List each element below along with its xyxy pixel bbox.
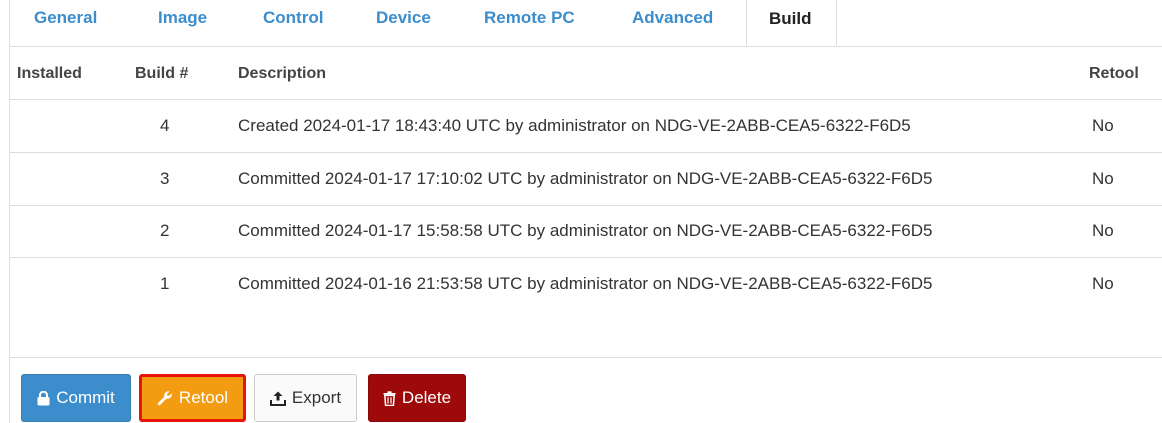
upload-icon xyxy=(269,391,286,406)
tab-bar: General Image Control Device Remote PC A… xyxy=(10,0,1162,47)
column-header-installed[interactable]: Installed xyxy=(17,47,82,100)
retool-label: Retool xyxy=(178,388,229,407)
retool-cell: No xyxy=(1092,116,1114,135)
retool-cell: No xyxy=(1092,221,1114,240)
build-number-cell: 3 xyxy=(160,169,170,188)
builds-table-header: Installed Build # Description Retool xyxy=(10,47,1162,100)
tab-advanced[interactable]: Advanced xyxy=(632,0,713,38)
tab-device[interactable]: Device xyxy=(376,0,431,38)
delete-label: Delete xyxy=(401,388,452,407)
retool-cell: No xyxy=(1092,274,1114,293)
column-header-build-number[interactable]: Build # xyxy=(135,47,188,100)
description-cell: Created 2024-01-17 18:43:40 UTC by admin… xyxy=(238,116,911,135)
export-button[interactable]: Export xyxy=(254,374,357,422)
wrench-icon xyxy=(157,390,173,406)
build-number-cell: 1 xyxy=(160,274,170,293)
table-row[interactable]: 4 Created 2024-01-17 18:43:40 UTC by adm… xyxy=(10,100,1162,153)
column-header-retool[interactable]: Retool xyxy=(1089,47,1139,100)
description-cell: Committed 2024-01-17 17:10:02 UTC by adm… xyxy=(238,169,933,188)
description-cell: Committed 2024-01-16 21:53:58 UTC by adm… xyxy=(238,274,933,293)
tab-remote-pc[interactable]: Remote PC xyxy=(484,0,575,38)
retool-button[interactable]: Retool xyxy=(139,374,246,422)
retool-cell: No xyxy=(1092,169,1114,188)
tab-control[interactable]: Control xyxy=(263,0,323,38)
trash-icon xyxy=(383,390,396,406)
description-cell: Committed 2024-01-17 15:58:58 UTC by adm… xyxy=(238,221,933,240)
table-row[interactable]: 2 Committed 2024-01-17 15:58:58 UTC by a… xyxy=(10,205,1162,258)
lock-icon xyxy=(37,390,50,406)
export-label: Export xyxy=(291,388,342,407)
tab-image[interactable]: Image xyxy=(158,0,207,38)
commit-label: Commit xyxy=(56,388,115,407)
tab-general[interactable]: General xyxy=(34,0,97,38)
delete-button[interactable]: Delete xyxy=(368,374,466,422)
build-number-cell: 2 xyxy=(160,221,170,240)
table-footer-divider xyxy=(10,357,1162,358)
tab-build[interactable]: Build xyxy=(746,0,837,46)
column-header-description[interactable]: Description xyxy=(238,47,326,100)
table-row[interactable]: 1 Committed 2024-01-16 21:53:58 UTC by a… xyxy=(10,258,1162,311)
commit-button[interactable]: Commit xyxy=(21,374,131,422)
build-number-cell: 4 xyxy=(160,116,170,135)
table-row[interactable]: 3 Committed 2024-01-17 17:10:02 UTC by a… xyxy=(10,153,1162,206)
